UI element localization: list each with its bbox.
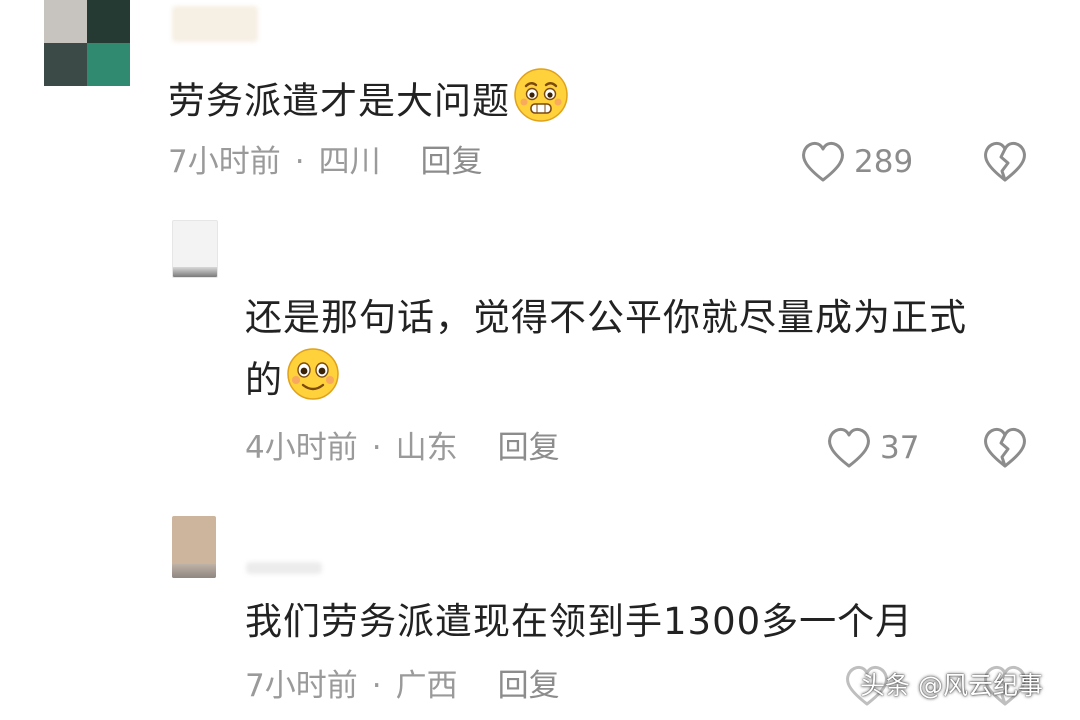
comment-1-reply-button[interactable]: 回复 <box>421 144 483 180</box>
avatar-commenter-3[interactable] <box>172 516 216 578</box>
username-blurred-1[interactable] <box>172 6 258 42</box>
comment-2-text-line-2: 的 <box>245 358 283 402</box>
avatar-commenter-1[interactable] <box>44 0 130 86</box>
comment-1-text: 劳务派遣才是大问题 <box>168 66 570 140</box>
comment-3-time: 7小时前 <box>245 668 358 704</box>
comment-2-text: 还是那句话，觉得不公平你就尽量成为正式 的 <box>245 290 1035 418</box>
meta-separator: · <box>294 144 305 180</box>
comment-3-meta: 7小时前 · 广西 回复 <box>245 666 560 706</box>
comment-1-meta: 7小时前 · 四川 回复 <box>168 142 483 182</box>
meta-separator: · <box>371 668 382 704</box>
comment-1-time: 7小时前 <box>168 144 281 180</box>
comment-3-reply-button[interactable]: 回复 <box>498 668 560 704</box>
comment-2-like-count: 37 <box>880 430 920 466</box>
watermark-text: 头条 @风云纪事 <box>860 671 1043 700</box>
comment-3-text: 我们劳务派遣现在领到手1300多一个月 <box>245 600 914 643</box>
comment-2-time: 4小时前 <box>245 430 358 466</box>
broken-heart-icon[interactable] <box>982 426 1028 470</box>
broken-heart-icon[interactable] <box>982 140 1028 184</box>
comment-2-location: 山东 <box>395 430 458 466</box>
avatar-commenter-2[interactable] <box>172 220 218 278</box>
comment-1-location: 四川 <box>318 144 381 180</box>
nervous-face-emoji-icon <box>512 66 570 140</box>
comment-3-location: 广西 <box>395 668 458 704</box>
comment-2-text-line-1: 还是那句话，觉得不公平你就尽量成为正式 <box>245 296 967 339</box>
comment-1-text-content: 劳务派遣才是大问题 <box>168 79 510 123</box>
heart-outline-icon[interactable] <box>826 426 872 470</box>
comment-2-text-line-2-wrap: 的 <box>245 346 1035 418</box>
smiling-face-emoji-icon <box>285 346 341 418</box>
meta-separator: · <box>371 430 382 466</box>
comment-2-reply-button[interactable]: 回复 <box>498 430 560 466</box>
comment-1-like-count: 289 <box>854 144 914 180</box>
comment-2-meta: 4小时前 · 山东 回复 <box>245 428 560 468</box>
username-blurred-3[interactable] <box>246 562 322 574</box>
heart-outline-icon[interactable] <box>800 140 846 184</box>
